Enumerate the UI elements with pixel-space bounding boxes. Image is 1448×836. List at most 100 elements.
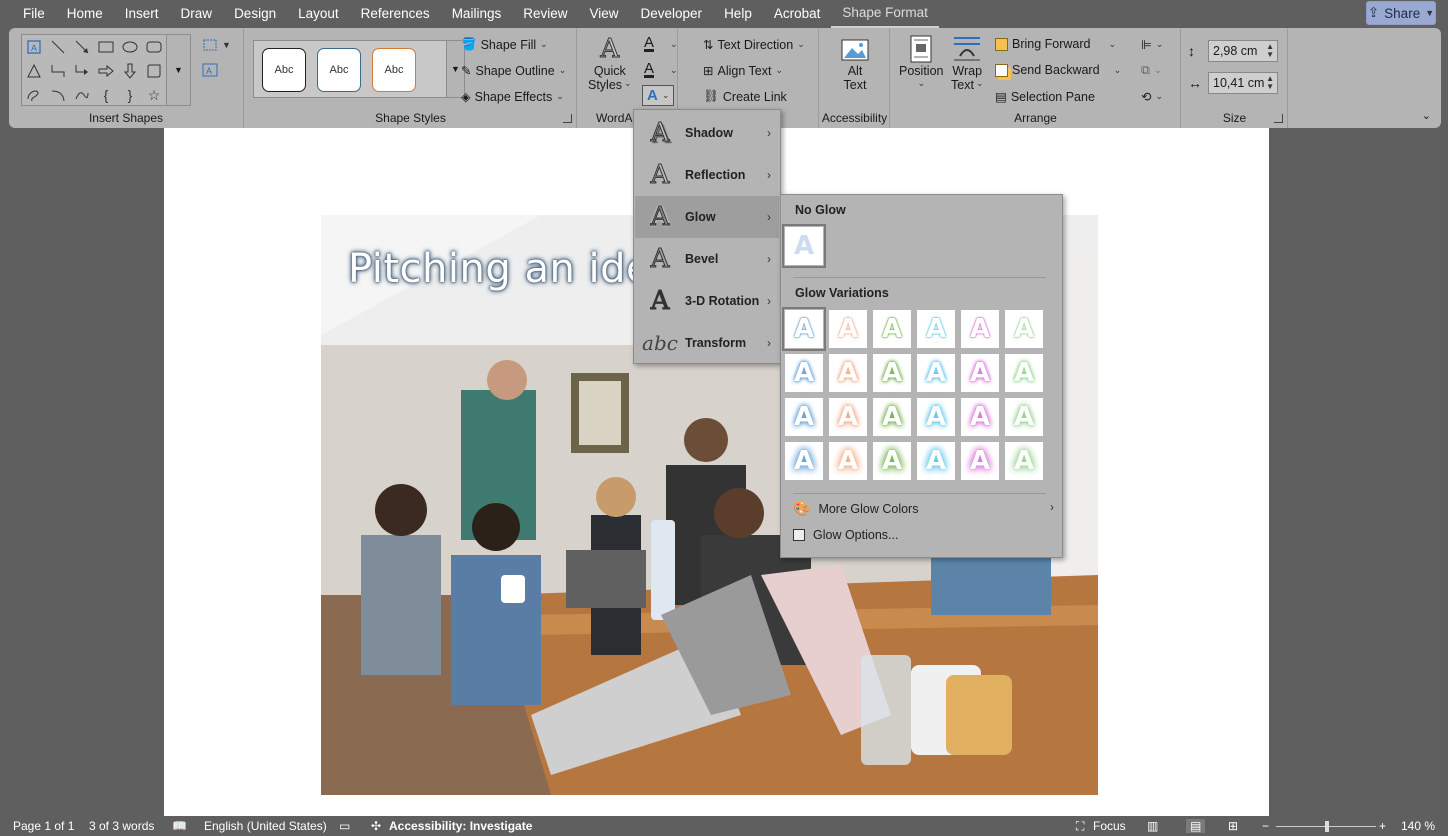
align-text-button[interactable]: ⊞ Align Text ⌄ xyxy=(703,63,783,79)
word-count[interactable]: 3 of 3 words xyxy=(89,819,154,833)
glow-variation-tile[interactable]: A xyxy=(961,442,999,480)
effects-item-3d-rotation[interactable]: A 3-D Rotation › xyxy=(635,280,779,322)
glow-variation-tile[interactable]: A xyxy=(1005,442,1043,480)
text-direction-button[interactable]: ⇅ Text Direction ⌄ xyxy=(703,37,805,53)
quick-styles-button[interactable]: A Quick Styles ⌄ xyxy=(588,34,632,93)
text-outline-button[interactable]: A ⌄ xyxy=(644,61,678,78)
shape-outline-button[interactable]: ✎ Shape Outline ⌄ xyxy=(461,63,566,79)
wrap-text-button[interactable]: Wrap Text ⌄ xyxy=(951,34,983,92)
glow-variation-tile[interactable]: A xyxy=(917,442,955,480)
height-spinner[interactable]: ▲ ▼ xyxy=(1266,43,1274,59)
glow-variation-tile[interactable]: A xyxy=(829,310,867,348)
menu-design[interactable]: Design xyxy=(223,0,287,28)
bring-forward-button[interactable]: Bring Forward ⌄ xyxy=(995,37,1116,51)
glow-variation-tile[interactable]: A xyxy=(829,398,867,436)
glow-variation-tile[interactable]: A xyxy=(785,442,823,480)
page-count[interactable]: Page 1 of 1 xyxy=(13,819,74,833)
shape-height-input[interactable]: 2,98 cm ▲ ▼ xyxy=(1208,40,1278,62)
menu-view[interactable]: View xyxy=(578,0,629,28)
wordart-text[interactable]: Pitching an ide xyxy=(348,246,651,292)
glow-variation-tile[interactable]: A xyxy=(1005,310,1043,348)
glow-variation-tile[interactable]: A xyxy=(782,307,826,351)
zoom-level[interactable]: 140 % xyxy=(1401,819,1435,833)
accessibility-status[interactable]: Accessibility: Investigate xyxy=(389,819,532,833)
glow-variation-tile[interactable]: A xyxy=(917,310,955,348)
width-spinner[interactable]: ▲ ▼ xyxy=(1266,75,1274,91)
shape-width-input[interactable]: 10,41 cm ▲ ▼ xyxy=(1208,72,1278,94)
send-backward-button[interactable]: Send Backward ⌄ xyxy=(995,63,1121,77)
glow-variation-tile[interactable]: A xyxy=(873,398,911,436)
rotate-objects-button[interactable]: ⟲ ⌄ xyxy=(1141,89,1163,104)
web-layout-icon[interactable]: ⊞ xyxy=(1228,819,1238,833)
shape-effects-button[interactable]: ◈ Shape Effects ⌄ xyxy=(461,89,564,105)
shapes-gallery-more-button[interactable]: ▼ xyxy=(167,34,191,106)
shape-styles-gallery[interactable]: Abc Abc Abc xyxy=(253,40,447,98)
size-dialog-launcher[interactable]: . xyxy=(1274,114,1283,123)
collapse-ribbon-icon[interactable]: ⌄ xyxy=(1422,109,1431,122)
menu-references[interactable]: References xyxy=(350,0,441,28)
glow-variation-tile[interactable]: A xyxy=(917,398,955,436)
glow-variation-tile[interactable]: A xyxy=(829,354,867,392)
glow-variation-tile[interactable]: A xyxy=(873,442,911,480)
down-arrow-shape-icon[interactable] xyxy=(118,59,142,83)
group-objects-button[interactable]: ⧉ ⌄ xyxy=(1141,63,1161,78)
glow-variation-tile[interactable]: A xyxy=(829,442,867,480)
glow-variation-tile[interactable]: A xyxy=(917,354,955,392)
zoom-slider-thumb[interactable] xyxy=(1325,821,1329,832)
glow-variation-tile[interactable]: A xyxy=(873,354,911,392)
menu-developer[interactable]: Developer xyxy=(630,0,714,28)
elbow-connector-shape-icon[interactable] xyxy=(46,59,70,83)
menu-home[interactable]: Home xyxy=(56,0,114,28)
shape-style-black[interactable]: Abc xyxy=(262,48,306,92)
selection-pane-button[interactable]: ▤ Selection Pane xyxy=(995,89,1095,105)
menu-help[interactable]: Help xyxy=(713,0,763,28)
glow-variation-tile[interactable]: A xyxy=(873,310,911,348)
more-glow-colors-item[interactable]: 🎨 More Glow Colors xyxy=(793,500,918,517)
textbox-shape-icon[interactable]: A xyxy=(22,35,46,59)
effects-item-reflection[interactable]: A Reflection › xyxy=(635,154,779,196)
line-shape-icon[interactable] xyxy=(46,35,70,59)
create-link-button[interactable]: ⛓ Create Link xyxy=(703,89,787,104)
glow-variation-tile[interactable]: A xyxy=(1005,398,1043,436)
draw-text-box-button[interactable]: A xyxy=(202,63,218,77)
text-effects-button[interactable]: A ⌄ xyxy=(642,85,675,106)
shape-style-orange[interactable]: Abc xyxy=(372,48,416,92)
arc-shape-icon[interactable] xyxy=(46,83,70,107)
right-arrow-shape-icon[interactable] xyxy=(94,59,118,83)
menu-mailings[interactable]: Mailings xyxy=(441,0,513,28)
menu-file[interactable]: File xyxy=(12,0,56,28)
arrow-line-shape-icon[interactable] xyxy=(70,35,94,59)
position-button[interactable]: Position ⌄ xyxy=(899,34,943,89)
star-shape-icon[interactable]: ☆ xyxy=(142,83,166,107)
glow-variation-tile[interactable]: A xyxy=(785,398,823,436)
read-mode-icon[interactable]: ▥ xyxy=(1147,819,1158,833)
glow-variation-tile[interactable]: A xyxy=(961,310,999,348)
menu-layout[interactable]: Layout xyxy=(287,0,350,28)
menu-acrobat[interactable]: Acrobat xyxy=(763,0,832,28)
glow-variation-tile[interactable]: A xyxy=(785,354,823,392)
edit-shape-button[interactable]: ▼ xyxy=(202,38,231,52)
rounded-rectangle-shape-icon[interactable] xyxy=(142,35,166,59)
focus-mode-button[interactable]: Focus xyxy=(1093,819,1126,833)
glow-variation-tile[interactable]: A xyxy=(1005,354,1043,392)
elbow-arrow-shape-icon[interactable] xyxy=(70,59,94,83)
glow-variation-tile[interactable]: A xyxy=(961,354,999,392)
shape-fill-button[interactable]: 🪣 Shape Fill ⌄ xyxy=(461,37,548,52)
triangle-shape-icon[interactable] xyxy=(22,59,46,83)
menu-draw[interactable]: Draw xyxy=(170,0,224,28)
menu-review[interactable]: Review xyxy=(512,0,578,28)
alt-text-button[interactable]: Alt Text xyxy=(840,36,870,92)
share-button[interactable]: ⇪ Share ▼ xyxy=(1366,1,1436,25)
flowchart-shape-icon[interactable] xyxy=(142,59,166,83)
effects-item-shadow[interactable]: A Shadow › xyxy=(635,112,779,154)
no-glow-option[interactable]: A xyxy=(782,224,826,268)
align-objects-button[interactable]: ⊫ ⌄ xyxy=(1141,37,1163,52)
effects-item-transform[interactable]: abc Transform › xyxy=(635,322,779,364)
oval-shape-icon[interactable] xyxy=(118,35,142,59)
effects-item-bevel[interactable]: A Bevel › xyxy=(635,238,779,280)
menu-shape-format[interactable]: Shape Format xyxy=(831,0,939,28)
language-indicator[interactable]: English (United States) xyxy=(204,819,327,833)
shapes-gallery[interactable]: A { } ☆ xyxy=(21,34,167,106)
shape-style-blue[interactable]: Abc xyxy=(317,48,361,92)
glow-variation-tile[interactable]: A xyxy=(961,398,999,436)
